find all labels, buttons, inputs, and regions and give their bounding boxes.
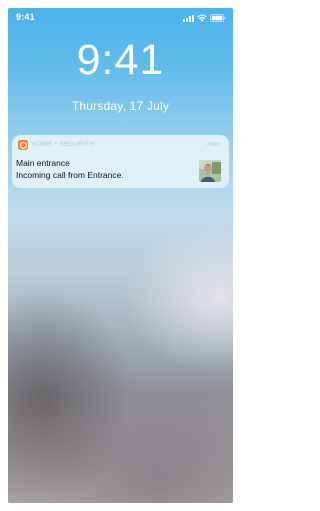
notification-title: Main entrance (16, 158, 70, 168)
visitor-photo (199, 160, 221, 182)
notification-time: now (207, 141, 219, 148)
cellular-signal-icon (183, 15, 194, 22)
notification-card[interactable]: HOME • SECURITY now Main entrance Incomi… (12, 135, 229, 188)
status-bar: 9:41 (8, 8, 233, 28)
shield-icon (18, 140, 28, 150)
status-icons (183, 13, 226, 22)
lock-screen-date: Thursday, 17 July (71, 99, 170, 113)
lock-screen: 9:41 9:41 Thursday, 17 July HOME • SECUR… (8, 8, 233, 503)
battery-icon (210, 14, 226, 22)
notification-app-name: HOME • SECURITY (32, 141, 95, 148)
notification-header: HOME • SECURITY now (18, 140, 223, 151)
lock-screen-clock: 9:41 (76, 36, 165, 84)
notification-body: Incoming call from Entrance. (16, 170, 124, 180)
status-time: 9:41 (16, 12, 35, 22)
wifi-icon (197, 14, 207, 22)
